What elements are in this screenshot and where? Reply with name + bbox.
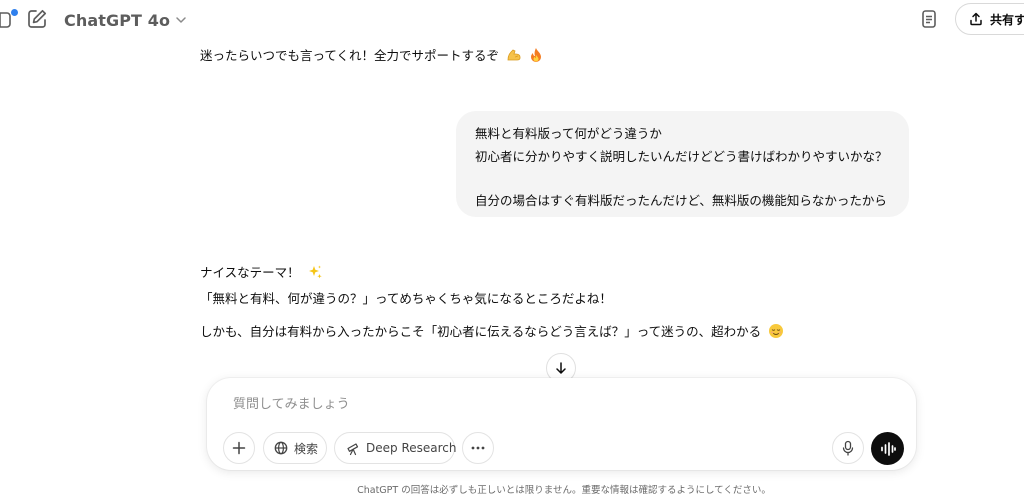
deep-research-button[interactable]: Deep Research xyxy=(334,432,457,464)
microphone-icon xyxy=(841,440,855,456)
flexed-biceps-emoji xyxy=(506,47,522,63)
model-name: ChatGPT 4o xyxy=(64,10,171,30)
assistant-message-line: ナイスなテーマ！ xyxy=(200,262,323,281)
share-label: 共有する xyxy=(990,12,1024,27)
assistant-message-line: しかも、自分は有料から入ったからこそ「初心者に伝えるならどう言えば？」って迷うの… xyxy=(200,321,784,340)
dictate-button[interactable] xyxy=(832,432,864,464)
telescope-icon xyxy=(346,441,361,456)
deep-research-label: Deep Research xyxy=(366,441,457,455)
globe-icon xyxy=(274,441,288,455)
top-bar: ChatGPT 4o 共有する xyxy=(0,0,1024,44)
user-message-line: 自分の場合はすぐ有料版だったんだけど、無料版の機能知らなかったから xyxy=(475,193,887,208)
voice-waveform-icon xyxy=(880,441,896,456)
more-horizontal-icon xyxy=(471,446,485,450)
share-icon xyxy=(969,12,983,26)
arrow-down-icon xyxy=(554,361,568,375)
footer-disclaimer: ChatGPT の回答は必ずしも正しいとは限りません。重要な情報は確認するように… xyxy=(357,485,771,496)
model-selector[interactable]: ChatGPT 4o xyxy=(64,9,188,31)
plus-icon xyxy=(232,441,246,455)
add-attachment-button[interactable] xyxy=(223,432,255,464)
assistant-message-line: 「無料と有料、何が違うの？」ってめちゃくちゃ気になるところだよね！ xyxy=(200,291,612,306)
search-tool-label: 検索 xyxy=(294,441,319,456)
user-message-line: 初心者に分かりやすく説明したいんだけどどう書けばわかりやすいかな？ xyxy=(475,149,888,164)
document-icon[interactable] xyxy=(918,8,940,30)
sparkles-emoji xyxy=(307,264,323,280)
prompt-input[interactable] xyxy=(231,392,835,416)
new-chat-icon[interactable] xyxy=(26,8,48,30)
search-tool-button[interactable]: 検索 xyxy=(263,432,327,464)
composer: 検索 Deep Research xyxy=(207,378,916,470)
user-message-line: 無料と有料版って何がどう違うか xyxy=(475,126,662,141)
voice-mode-button[interactable] xyxy=(871,432,904,465)
user-message-bubble: 無料と有料版って何がどう違うか 初心者に分かりやすく説明したいんだけどどう書けば… xyxy=(456,111,909,217)
chevron-down-icon xyxy=(174,13,188,27)
assistant-message-line: 迷ったらいつでも言ってくれ！全力でサポートするぞ xyxy=(200,45,543,64)
more-tools-button[interactable] xyxy=(462,432,494,464)
notification-dot xyxy=(11,9,18,16)
relieved-face-emoji xyxy=(768,323,784,339)
share-button[interactable]: 共有する xyxy=(955,3,1024,35)
fire-emoji xyxy=(529,47,543,63)
